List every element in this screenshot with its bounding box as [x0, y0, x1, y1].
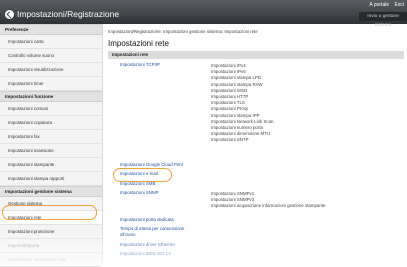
sidebar-item-copy-settings[interactable]: Impostazioni copiatura: [0, 116, 102, 130]
page-title: Impostazioni rete: [108, 39, 169, 48]
main-content: Impostazioni/Registrazione: Impostazioni…: [105, 24, 407, 264]
sidebar-item-fax-settings[interactable]: Impostazioni fax: [0, 130, 102, 144]
sidebar-item-report-settings[interactable]: Impostazioni stampa rapporti: [0, 172, 102, 186]
sidebar-section-function-settings: Impostazioni funzione: [0, 91, 102, 102]
tcpip-settings-link[interactable]: Impostazioni TCP/IP: [120, 62, 160, 67]
send-to-admin-link[interactable]: Invio a gestore sistema: [359, 12, 407, 28]
list-item: Impostazioni SNTP: [211, 137, 249, 143]
top-bar: Impostazioni/Registrazione A portale Esc…: [0, 0, 407, 28]
sidebar-item-timer-settings[interactable]: Impostazioni timer: [0, 77, 102, 91]
sidebar-item-scan-settings[interactable]: Impostazioni scansione: [0, 144, 102, 158]
snmp-settings-link[interactable]: Impostazioni SNMP: [120, 190, 159, 195]
bottom-fade: [0, 232, 407, 264]
sidebar-item-paper-settings[interactable]: Impostazioni carta: [0, 35, 102, 49]
settings-logo-icon: [5, 10, 14, 19]
table-header: Impostazioni rete: [108, 51, 404, 59]
sidebar-item-volume-control[interactable]: Controllo volume suono: [0, 49, 102, 63]
list-item: Impostazioni acquisizione informazioni g…: [211, 203, 326, 209]
google-cloud-print-link[interactable]: Impostazioni Google Cloud Print: [120, 162, 183, 167]
sidebar: Preferenze Impostazioni carta Controllo …: [0, 24, 103, 267]
sidebar-item-display-settings[interactable]: Impostazioni visualizzazione: [0, 63, 102, 77]
sidebar-section-system-management: Impostazioni gestione sistema: [0, 186, 102, 197]
breadcrumb: Impostazioni/Registrazione: Impostazioni…: [108, 29, 258, 34]
sidebar-item-common-settings[interactable]: Impostazioni comuni: [0, 102, 102, 116]
snmp-subitems: Impostazioni SNMPv1 Impostazioni SNMPv3 …: [211, 191, 325, 210]
sidebar-section-preferences: Preferenze: [0, 24, 102, 35]
dedicated-port-link[interactable]: Impostazioni porta dedicata: [120, 217, 174, 222]
app-title: Impostazioni/Registrazione: [17, 9, 120, 19]
list-item: Impostazioni Network Link Scan: [211, 118, 274, 124]
network-settings-highlight: [2, 205, 97, 220]
startup-wait-link[interactable]: Tempo di attesa per connessione: [120, 226, 184, 231]
tcpip-subitems: Impostazioni IPv4 Impostazioni IPv6 Impo…: [211, 63, 273, 143]
email-settings-highlight: [113, 168, 172, 182]
logout-link[interactable]: Esci: [395, 2, 404, 8]
portal-link[interactable]: A portale: [369, 2, 389, 8]
sidebar-item-printer-settings[interactable]: Impostazioni stampante: [0, 158, 102, 172]
top-links: A portale Esci: [365, 2, 404, 8]
